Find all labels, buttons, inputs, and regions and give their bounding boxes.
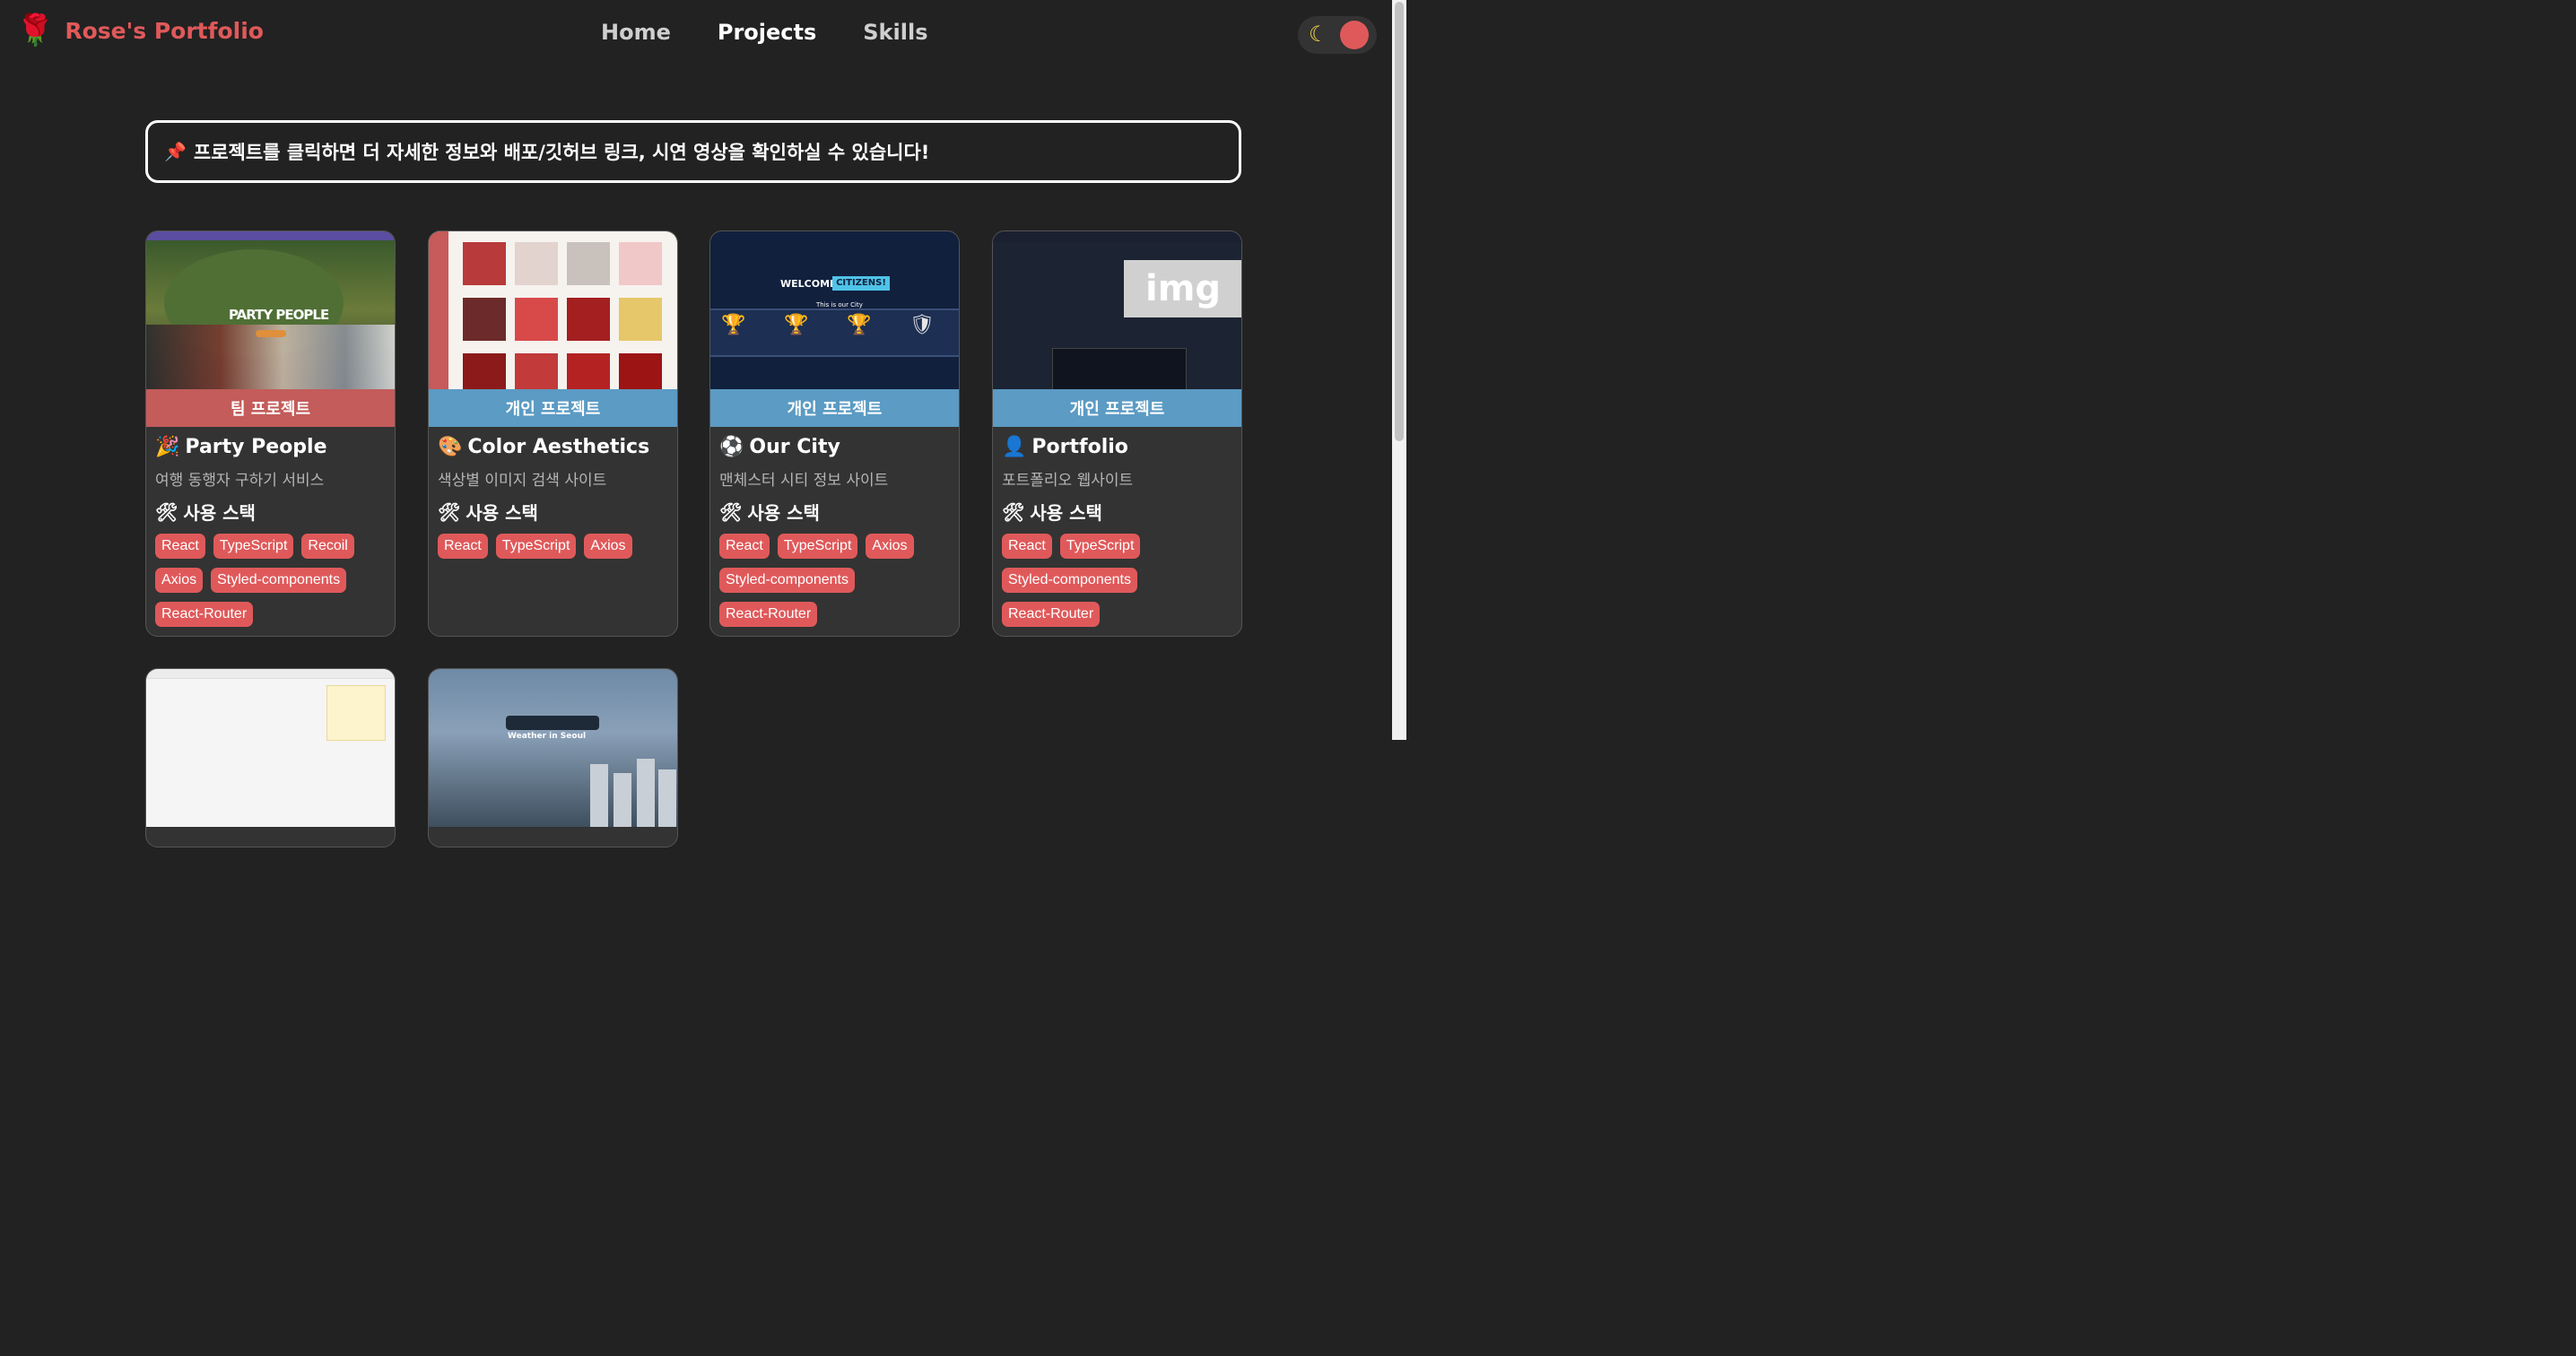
stack-tag: React (155, 534, 205, 559)
stack-tag: React (719, 534, 770, 559)
stack-tag: Axios (584, 534, 632, 559)
stack-tag: Styled-components (211, 568, 347, 593)
toggle-knob (1340, 21, 1369, 49)
thumbnail-img-placeholder: img (1124, 260, 1241, 317)
project-thumbnail (146, 669, 395, 827)
stack-tag: TypeScript (213, 534, 294, 559)
thumbnail-welcome: WELCOME, (780, 278, 840, 290)
project-type-badge: 개인 프로젝트 (993, 389, 1241, 427)
tools-icon: 🛠 (155, 500, 178, 523)
info-notice: 📌 프로젝트를 클릭하면 더 자세한 정보와 배포/깃허브 링크, 시연 영상을… (145, 120, 1241, 183)
project-title: ⚽ Our City (719, 436, 840, 458)
project-card-color-aesthetics[interactable]: 개인 프로젝트 🎨 Color Aesthetics 색상별 이미지 검색 사이… (428, 230, 678, 637)
stack-tag: React-Router (1002, 602, 1101, 627)
main-nav: Home Projects Skills (601, 20, 927, 45)
stack-tag: TypeScript (777, 534, 858, 559)
project-thumbnail (429, 231, 677, 389)
project-card-our-city[interactable]: WELCOME, CITIZENS! This is our City 🏆 🏆 … (709, 230, 960, 637)
trophy-icon: 🏆 (784, 314, 809, 336)
stack-tag: React-Router (155, 602, 254, 627)
project-thumbnail: WELCOME, CITIZENS! This is our City 🏆 🏆 … (710, 231, 959, 389)
palette-icon: 🎨 (438, 436, 463, 458)
project-thumbnail: Weather in Seoul (429, 669, 677, 827)
stack-heading: 🛠 사용 스택 (155, 500, 256, 525)
person-icon: 👤 (1002, 436, 1027, 458)
project-card-portfolio[interactable]: img 개인 프로젝트 👤 Portfolio 포트폴리오 웹사이트 🛠 사용 … (992, 230, 1242, 637)
thumbnail-weather-title: Weather in Seoul (508, 732, 587, 741)
project-description: 포트폴리오 웹사이트 (1002, 472, 1134, 490)
stack-tag: React (1002, 534, 1052, 559)
stack-heading: 🛠 사용 스택 (1002, 500, 1102, 525)
nav-home[interactable]: Home (601, 20, 671, 45)
tools-icon: 🛠 (1002, 500, 1025, 523)
project-card-partial[interactable]: Weather in Seoul (428, 668, 678, 848)
theme-toggle[interactable]: ☾ (1298, 16, 1377, 54)
project-thumbnail: img (993, 231, 1241, 389)
party-icon: 🎉 (155, 436, 180, 458)
trophy-icon: 🏆 (847, 314, 872, 336)
stack-tag: TypeScript (495, 534, 577, 559)
stack-heading: 🛠 사용 스택 (438, 500, 538, 525)
stack-tag: Axios (866, 534, 914, 559)
thumbnail-subtitle: This is our City (816, 301, 863, 309)
logo-text: Rose's Portfolio (65, 17, 264, 44)
nav-projects[interactable]: Projects (718, 20, 816, 45)
pin-icon: 📌 (164, 141, 187, 162)
stack-tag: Styled-components (719, 568, 855, 593)
project-type-badge: 팀 프로젝트 (146, 389, 395, 427)
tools-icon: 🛠 (438, 500, 461, 523)
project-title: 🎉 Party People (155, 436, 327, 458)
soccer-ball-icon: ⚽ (719, 436, 744, 458)
stack-tags: React TypeScript Recoil Axios Styled-com… (155, 534, 386, 627)
notice-text: 프로젝트를 클릭하면 더 자세한 정보와 배포/깃허브 링크, 시연 영상을 확… (193, 142, 930, 163)
rose-icon: 🌹 (16, 13, 55, 48)
thumbnail-title: PARTY PEOPLE (229, 307, 329, 323)
shield-icon: 🛡 (909, 314, 935, 336)
thumbnail-citizens: CITIZENS! (832, 276, 890, 291)
header: 🌹 Rose's Portfolio Home Projects Skills … (0, 0, 1392, 72)
project-type-badge: 개인 프로젝트 (429, 389, 677, 427)
stack-tags: React TypeScript Axios Styled-components… (719, 534, 950, 627)
project-description: 맨체스터 시티 정보 사이트 (719, 472, 889, 490)
project-description: 색상별 이미지 검색 사이트 (438, 472, 607, 490)
tools-icon: 🛠 (719, 500, 743, 523)
stack-tags: React TypeScript Styled-components React… (1002, 534, 1232, 627)
stack-tag: Axios (155, 568, 204, 593)
nav-skills[interactable]: Skills (863, 20, 927, 45)
stack-tag: Styled-components (1002, 568, 1137, 593)
project-description: 여행 동행자 구하기 서비스 (155, 472, 325, 490)
stack-tag: Recoil (301, 534, 354, 559)
trophy-icon: 🏆 (721, 314, 746, 336)
project-title: 🎨 Color Aesthetics (438, 436, 650, 458)
stack-tags: React TypeScript Axios (438, 534, 668, 559)
project-thumbnail: PARTY PEOPLE (146, 231, 395, 389)
stack-heading: 🛠 사용 스택 (719, 500, 820, 525)
project-card-party-people[interactable]: PARTY PEOPLE 팀 프로젝트 🎉 Party People 여행 동행… (145, 230, 396, 637)
project-type-badge: 개인 프로젝트 (710, 389, 959, 427)
scrollbar-thumb[interactable] (1395, 2, 1404, 441)
logo[interactable]: 🌹 Rose's Portfolio (16, 11, 264, 50)
stack-tag: TypeScript (1059, 534, 1141, 559)
project-title: 👤 Portfolio (1002, 436, 1128, 458)
project-card-partial[interactable] (145, 668, 396, 848)
stack-tag: React (438, 534, 488, 559)
moon-star-icon: ☾ (1309, 22, 1328, 47)
scrollbar-track[interactable] (1392, 0, 1406, 740)
stack-tag: React-Router (719, 602, 818, 627)
